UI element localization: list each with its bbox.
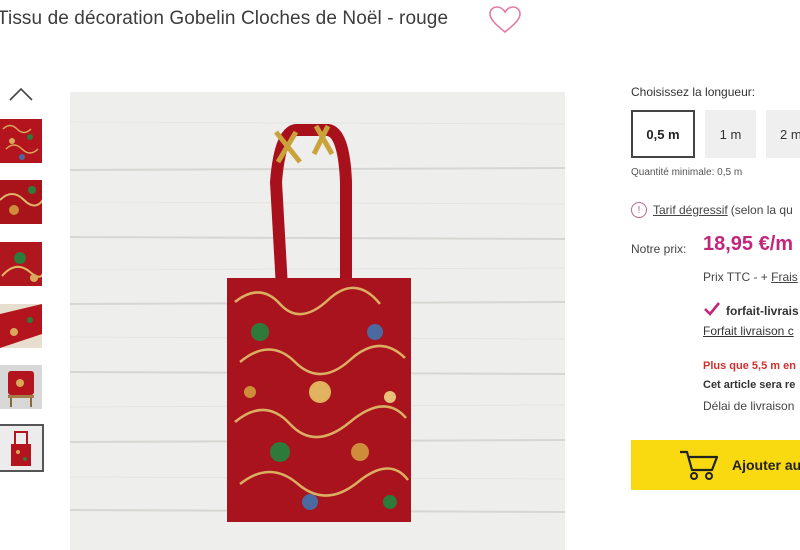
- main-product-image[interactable]: [70, 92, 565, 550]
- length-label: Choisissez la longueur:: [631, 85, 756, 99]
- add-to-cart-label: Ajouter au: [732, 457, 800, 473]
- shipping-package-link[interactable]: Forfait livraison c: [703, 324, 794, 338]
- fabric-closeup-image: [0, 180, 42, 224]
- price-ttc: Prix TTC - + Frais: [703, 270, 798, 284]
- stock-warning: Plus que 5,5 m en: [703, 360, 796, 372]
- shipping-title: forfait-livrais: [726, 304, 799, 318]
- product-title: Tissu de décoration Gobelin Cloches de N…: [0, 8, 449, 29]
- tote-bag-thumbnail-image: [0, 426, 42, 470]
- thumbnail-3[interactable]: [0, 242, 42, 286]
- thumbnail-2[interactable]: [0, 180, 42, 224]
- shipping-note: Cet article sera re: [703, 379, 796, 391]
- fabric-swatch-image: [0, 119, 42, 163]
- tarif-degressif-link[interactable]: Tarif dégressif: [653, 203, 728, 217]
- checkmark-icon: [704, 302, 721, 316]
- fabric-fold-image: [0, 304, 42, 348]
- thumbnail-6[interactable]: [0, 424, 44, 472]
- ttc-prefix: Prix TTC - +: [703, 270, 772, 284]
- chevron-up-icon[interactable]: [8, 86, 34, 102]
- price-value: 18,95 €/m: [703, 233, 794, 255]
- info-icon: !: [631, 202, 647, 218]
- length-option-1m[interactable]: 1 m: [705, 110, 756, 158]
- price-label: Notre prix:: [631, 242, 687, 256]
- minimum-quantity: Quantité minimale: 0,5 m: [631, 167, 743, 178]
- fabric-detail-image: [0, 242, 42, 286]
- length-option-0-5m[interactable]: 0,5 m: [631, 110, 695, 158]
- cushion-image: [0, 365, 42, 409]
- length-option-2m[interactable]: 2 m: [766, 110, 800, 158]
- thumbnail-4[interactable]: [0, 304, 42, 348]
- shipping-fees-link[interactable]: Frais: [771, 270, 798, 284]
- tarif-degressif: ! Tarif dégressif (selon la qu: [631, 202, 793, 218]
- thumbnail-1[interactable]: [0, 119, 42, 163]
- tarif-suffix: (selon la qu: [730, 203, 793, 217]
- cart-icon: [680, 450, 719, 480]
- tote-bag-photo: [70, 92, 565, 550]
- delivery-delay: Délai de livraison: [703, 399, 795, 413]
- heart-outline-icon[interactable]: [487, 4, 523, 36]
- add-to-cart-button[interactable]: Ajouter au: [631, 440, 800, 490]
- thumbnail-5[interactable]: [0, 365, 42, 409]
